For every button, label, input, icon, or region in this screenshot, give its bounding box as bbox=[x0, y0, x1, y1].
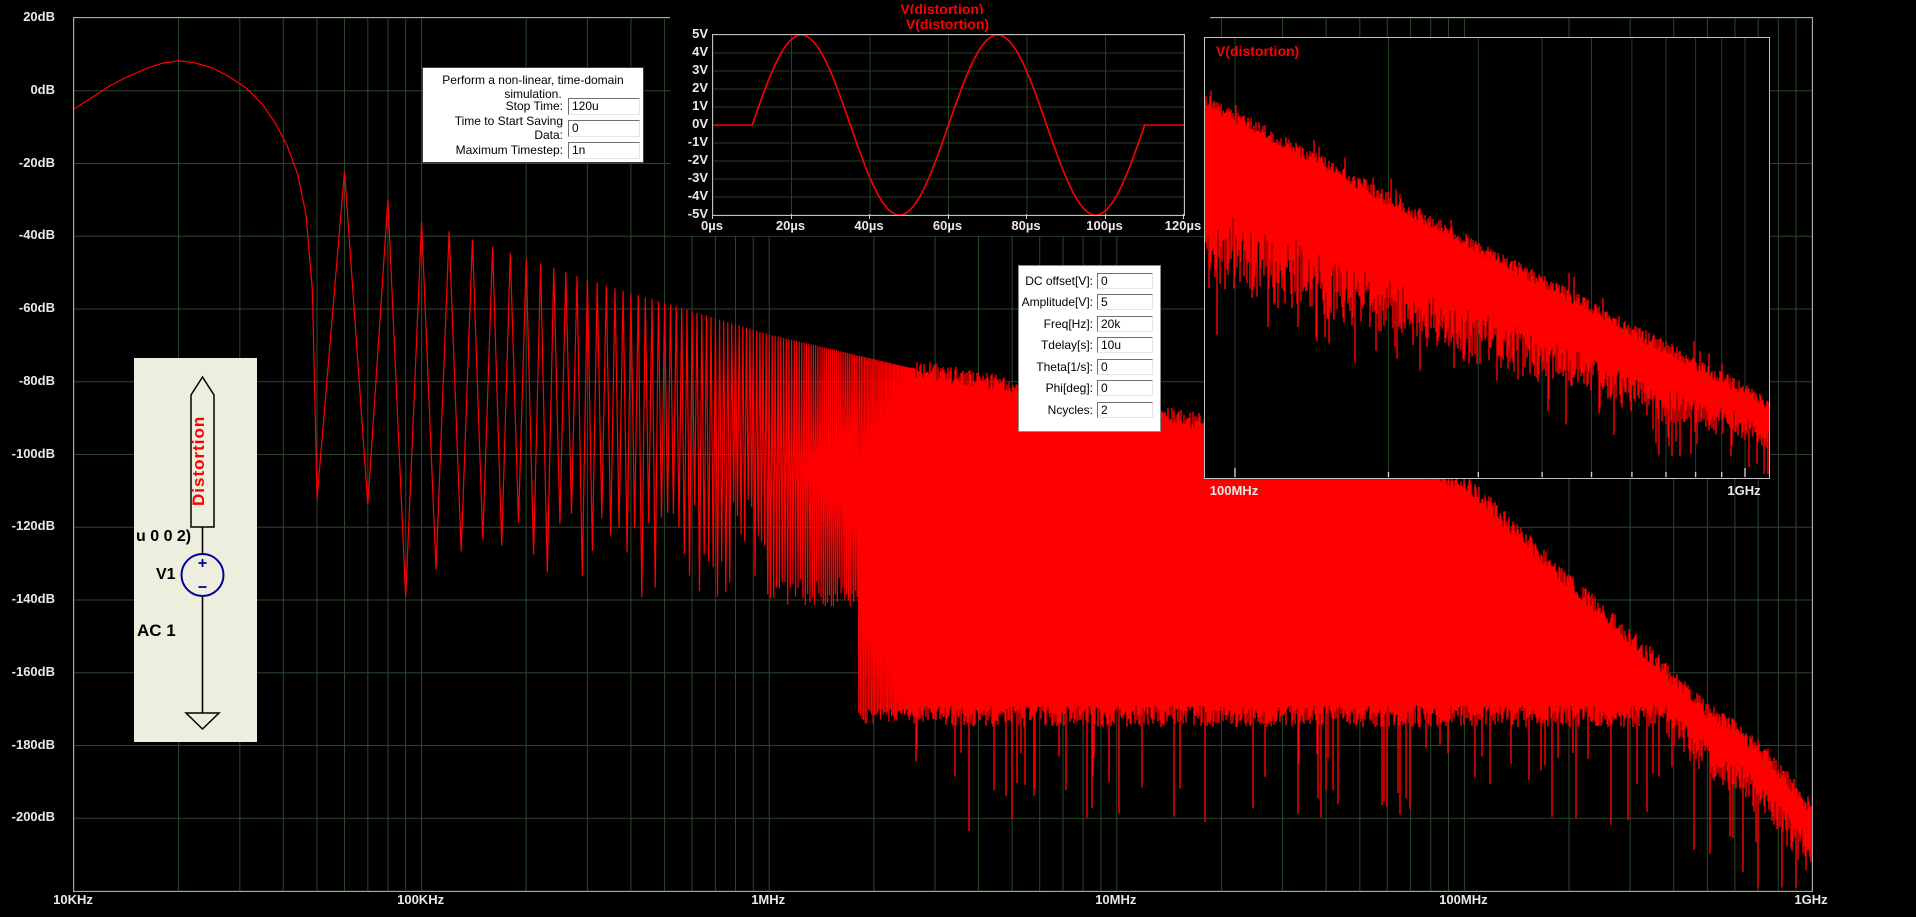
x-tick-label: 40µs bbox=[854, 218, 884, 233]
x-tick-label: 10KHz bbox=[53, 892, 93, 907]
y-tick-label: -120dB bbox=[11, 518, 55, 534]
y-tick-label: 0V bbox=[692, 116, 708, 131]
ltspice-window: { "colors":{ "trace_red":"#ff0000", "gri… bbox=[0, 0, 1916, 917]
y-tick-label: 2V bbox=[692, 80, 708, 95]
field-label: Theta[1/s]: bbox=[1036, 359, 1093, 374]
net-label-distortion[interactable]: Distortion bbox=[189, 397, 216, 525]
axis-tick bbox=[1183, 214, 1184, 219]
x-tick-label: 100µs bbox=[1086, 218, 1123, 233]
source-params-fields: DC offset[V]: 0 Amplitude[V]: 5 Freq[Hz]: 20k… bbox=[1019, 270, 1160, 421]
field-label: Maximum Timestep: bbox=[455, 143, 563, 157]
field-label: Ncycles: bbox=[1047, 402, 1093, 417]
axis-tick bbox=[790, 214, 792, 219]
x-tick-label: 1MHz bbox=[751, 892, 786, 907]
axis-tick bbox=[869, 214, 870, 219]
field-label: Phi[deg]: bbox=[1045, 381, 1093, 396]
y-tick-label: -40dB bbox=[18, 227, 55, 243]
transient-plot-pane[interactable] bbox=[712, 34, 1185, 216]
field-label: Stop Time: bbox=[505, 99, 563, 113]
transient-inset-window: V(distortion) 5V 4V 3V 2V 1V 0V -1V -2V -3V -4V -5… bbox=[670, 14, 1210, 236]
y-tick-label: 3V bbox=[692, 62, 708, 77]
field-label: Amplitude[V]: bbox=[1021, 295, 1093, 310]
y-tick-label: 5V bbox=[692, 26, 708, 41]
fft-zoom-plot-pane[interactable] bbox=[1204, 37, 1770, 479]
axis-tick bbox=[712, 214, 713, 219]
component-ref-v1[interactable]: V1 bbox=[156, 566, 176, 584]
field-label: Freq[Hz]: bbox=[1043, 316, 1093, 331]
y-tick-label: -1V bbox=[687, 134, 708, 149]
field-input[interactable]: 10u bbox=[1097, 337, 1153, 354]
field-input[interactable]: 0 bbox=[1097, 380, 1153, 397]
x-tick-label: 60µs bbox=[932, 218, 963, 233]
field-row: Freq[Hz]: 20k bbox=[1019, 313, 1160, 335]
ground-symbol[interactable] bbox=[184, 712, 221, 731]
field-row: Amplitude[V]: 5 bbox=[1019, 292, 1160, 314]
axis-tick bbox=[1104, 214, 1106, 219]
x-tick-label: 10MHz bbox=[1095, 892, 1137, 907]
x-tick-label: 100MHz bbox=[1439, 892, 1488, 907]
y-tick-label: 1V bbox=[692, 98, 708, 113]
field-input[interactable]: 1n bbox=[568, 141, 640, 159]
x-tick-label: 1GHz bbox=[1794, 892, 1828, 907]
field-row: Phi[deg]: 0 bbox=[1019, 378, 1160, 400]
field-input[interactable]: 2 bbox=[1097, 401, 1153, 418]
field-label: Time to Start Saving Data: bbox=[454, 114, 563, 142]
field-row: Tdelay[s]: 10u bbox=[1019, 335, 1160, 357]
sine-params-text: u 0 0 2) bbox=[136, 528, 192, 545]
x-tick-label: 0µs bbox=[701, 218, 723, 233]
y-tick-label: -200dB bbox=[11, 809, 55, 825]
fft-zoom-trace bbox=[1205, 90, 1769, 474]
x-tick-label: 100MHz bbox=[1209, 483, 1259, 498]
field-input[interactable]: 0 bbox=[568, 119, 640, 137]
simulation-command-dialog: Perform a non-linear, time-domain simula… bbox=[422, 67, 644, 163]
field-input[interactable]: 5 bbox=[1097, 294, 1153, 311]
field-input[interactable]: 120u bbox=[568, 97, 640, 115]
field-label: Tdelay[s]: bbox=[1040, 338, 1093, 353]
y-tick-label: -60dB bbox=[18, 300, 55, 315]
y-tick-label: -2V bbox=[687, 152, 708, 167]
y-tick-label: 0dB bbox=[30, 81, 55, 97]
field-row: DC offset[V]: 0 bbox=[1019, 270, 1160, 292]
y-tick-label: -160dB bbox=[11, 663, 55, 679]
y-tick-label: -3V bbox=[687, 170, 708, 185]
field-row: Theta[1/s]: 0 bbox=[1019, 356, 1160, 378]
ac-spec-text: AC 1 bbox=[137, 621, 176, 640]
y-tick-label: -4V bbox=[687, 188, 708, 203]
fft-zoom-ticks bbox=[1234, 468, 1746, 477]
field-row: Ncycles: 2 bbox=[1019, 399, 1160, 421]
main-x-axis[interactable]: 10KHz 100KHz 1MHz 10MHz 100MHz 1GHz bbox=[0, 892, 1916, 912]
y-tick-label: -180dB bbox=[11, 736, 55, 752]
y-tick-label: -100dB bbox=[11, 445, 55, 461]
field-label: DC offset[V]: bbox=[1025, 273, 1093, 288]
transient-canvas bbox=[713, 35, 1184, 215]
axis-tick bbox=[1026, 214, 1027, 219]
source-params-dialog: DC offset[V]: 0 Amplitude[V]: 5 Freq[Hz]: 20k… bbox=[1018, 265, 1161, 432]
fft-zoom-canvas bbox=[1205, 38, 1769, 478]
y-tick-label: -20dB bbox=[18, 154, 55, 170]
field-row: Maximum Timestep: 1n bbox=[423, 139, 643, 161]
x-tick-label: 100KHz bbox=[397, 892, 445, 907]
field-input[interactable]: 20k bbox=[1097, 315, 1153, 332]
fft-zoom-plot-title: V(distortion) bbox=[1216, 43, 1300, 59]
schematic-view[interactable]: Distortion u 0 0 2) V1 AC 1 bbox=[134, 358, 257, 742]
y-tick-label: -80dB bbox=[18, 372, 55, 388]
transient-plot-title: V(distortion) bbox=[905, 16, 990, 32]
fft-zoom-inset-window: V(distortion) 100MHz 1GHz bbox=[1196, 30, 1796, 508]
y-tick-label: -140dB bbox=[11, 591, 55, 606]
y-tick-label: 4V bbox=[692, 44, 708, 59]
field-row: Time to Start Saving Data: 0 bbox=[423, 114, 643, 142]
sim-note-fields: Stop Time: 120u Time to Start Saving Data:… bbox=[423, 95, 643, 161]
x-tick-label: 20µs bbox=[775, 218, 806, 233]
y-tick-label: 20dB bbox=[23, 9, 55, 24]
x-tick-label: 80µs bbox=[1011, 218, 1041, 233]
main-y-axis[interactable]: 20dB 0dB -20dB -40dB -60dB -80dB -100dB -120dB -… bbox=[0, 0, 62, 917]
x-tick-label: 1GHz bbox=[1727, 483, 1761, 498]
axis-tick bbox=[947, 214, 949, 219]
field-input[interactable]: 0 bbox=[1097, 358, 1153, 375]
field-input[interactable]: 0 bbox=[1097, 272, 1153, 289]
